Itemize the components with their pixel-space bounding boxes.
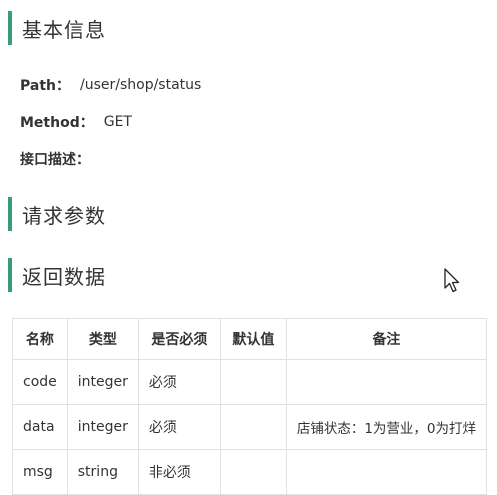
cell-remark [285,449,488,495]
method-label: Method： [20,115,94,131]
section-accent-bar [8,11,12,45]
cell-remark [285,359,488,405]
cell-default [219,404,287,450]
method-row: Method： GET [20,112,132,132]
cell-type: integer [66,359,139,405]
cell-default [219,449,287,495]
cell-required: 必须 [137,404,221,450]
path-row: Path： /user/shop/status [20,75,201,95]
table-row: msg string 非必须 [12,449,488,495]
cell-default [219,359,287,405]
table-row: data integer 必须 店铺状态：1为营业，0为打烊 [12,404,488,450]
path-value: /user/shop/status [80,77,202,93]
section-request-params: 请求参数 [8,197,106,231]
cell-name: code [12,359,68,405]
section-title: 返回数据 [22,264,106,289]
section-accent-bar [8,258,12,292]
cell-type: string [66,449,139,495]
cell-remark: 店铺状态：1为营业，0为打烊 [285,404,488,450]
section-accent-bar [8,197,12,231]
section-title: 基本信息 [22,17,106,42]
cell-name: data [12,404,68,450]
mouse-pointer-icon [444,268,462,298]
header-type: 类型 [66,318,139,360]
section-title: 请求参数 [22,203,106,228]
section-response-data: 返回数据 [8,258,106,292]
cell-type: integer [66,404,139,450]
header-required: 是否必须 [137,318,221,360]
section-basic-info: 基本信息 [8,11,106,45]
description-label: 接口描述： [20,152,90,168]
table-header-row: 名称 类型 是否必须 默认值 备注 [12,318,488,360]
cell-required: 非必须 [137,449,221,495]
header-default: 默认值 [219,318,287,360]
header-remark: 备注 [285,318,488,360]
description-row: 接口描述： [20,149,90,169]
cell-name: msg [12,449,68,495]
table-row: code integer 必须 [12,359,488,405]
header-name: 名称 [12,318,68,360]
path-label: Path： [20,78,70,94]
response-table: 名称 类型 是否必须 默认值 备注 code integer 必须 data i… [12,318,488,495]
cell-required: 必须 [137,359,221,405]
method-value: GET [103,114,132,130]
